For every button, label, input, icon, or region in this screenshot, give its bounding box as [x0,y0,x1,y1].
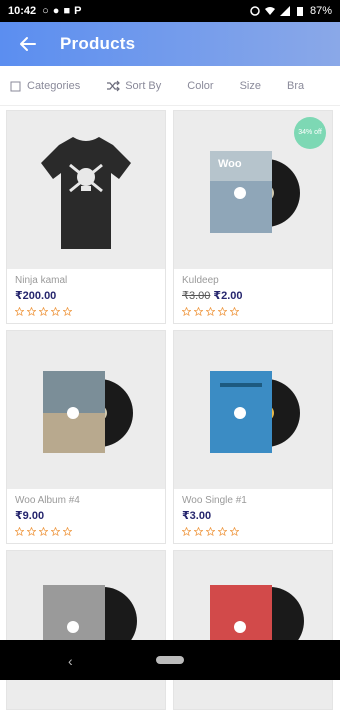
filter-label: Categories [27,79,81,92]
rating-stars [15,525,157,537]
whatsapp-icon: ○ [42,5,49,17]
product-price-current: ₹9.00 [15,510,45,522]
product-image[interactable] [7,111,165,269]
app-bar: Products [0,22,340,66]
product-image[interactable]: Woo 34% off [174,111,332,269]
product-card[interactable]: Ninja kamal ₹200.00 [6,110,166,324]
product-image[interactable] [174,551,332,709]
star-icon [63,306,72,316]
battery-icon [296,7,303,16]
checkbox-icon [10,81,21,91]
product-name: Woo Single #1 [182,495,247,506]
filter-label: Bra [286,79,305,92]
star-icon [27,526,36,536]
star-icon [218,306,227,316]
filter-sort-by[interactable]: Sort By [106,80,161,92]
rating-stars [182,305,324,317]
star-icon [15,306,24,316]
vinyl-image [210,585,304,667]
page-title: Products [60,34,136,53]
product-card[interactable] [6,550,166,710]
star-icon [182,526,191,536]
star-icon [182,306,191,316]
star-icon [51,526,60,536]
product-name: Woo Album #4 [15,495,80,506]
nav-back-icon[interactable]: ‹ [68,653,73,669]
tshirt-image [41,137,131,249]
product-card[interactable]: Woo Album #4 ₹9.00 [6,330,166,544]
vinyl-image [43,585,137,667]
star-icon [27,306,36,316]
product-price: ₹9.00 [15,509,157,525]
status-time: 10:42 [8,5,37,17]
back-button[interactable] [16,32,40,56]
product-image[interactable] [174,331,332,489]
svg-text:Woo: Woo [218,158,242,170]
product-price: ₹3.00 ₹2.00 [182,289,324,305]
product-name: Kuldeep [182,275,219,286]
vinyl-image [43,371,133,453]
product-card[interactable]: Woo 34% off Kuldeep ₹3.00 ₹2.00 [173,110,333,324]
product-price-current: ₹200.00 [15,290,57,302]
product-price-old: ₹3.00 [182,290,211,302]
star-icon [230,306,239,316]
star-icon [194,526,203,536]
discount-badge: 34% off [294,117,326,149]
product-card[interactable]: Woo Single #1 ₹3.00 [173,330,333,544]
rating-stars [182,525,324,537]
data-saver-icon [250,6,260,16]
star-icon [230,526,239,536]
arrow-left-icon [20,37,36,51]
star-icon [51,306,60,316]
product-price: ₹3.00 [182,509,324,525]
p-app-icon: P [74,5,82,17]
notification-icons: ○ ● ■ P [42,5,81,17]
star-icon [206,306,215,316]
star-icon [218,526,227,536]
product-price-current: ₹3.00 [182,510,212,522]
vinyl-image [210,371,300,453]
product-card[interactable] [173,550,333,710]
signal-icon [279,6,290,16]
star-icon [63,526,72,536]
filter-size[interactable]: Size [240,80,261,92]
product-price-current: ₹2.00 [213,290,243,302]
rating-stars [15,305,157,317]
product-image[interactable] [7,551,165,709]
system-nav-bar: ‹ [0,640,340,680]
filter-label: Color [187,79,214,92]
gallery-icon: ■ [63,5,71,17]
filter-label: Sort By [125,79,162,92]
product-image[interactable] [7,331,165,489]
filter-color[interactable]: Color [187,80,213,92]
shuffle-icon [107,80,121,91]
nav-home-pill[interactable] [156,656,184,664]
filter-categories[interactable]: Categories [10,80,80,92]
filter-bar: Categories Sort By Color Size Bra [0,66,340,106]
filter-brand[interactable]: Bra [287,80,304,92]
product-name: Ninja kamal [15,275,68,286]
product-price: ₹200.00 [15,289,157,305]
battery-percent: 87% [309,5,332,17]
star-icon [39,526,48,536]
star-icon [15,526,24,536]
status-right: 87% [250,5,332,17]
filter-label: Size [239,79,261,92]
star-icon [206,526,215,536]
star-icon [39,306,48,316]
messenger-icon: ● [52,5,60,17]
status-bar: 10:42 ○ ● ■ P 87% [0,0,340,22]
star-icon [194,306,203,316]
wifi-icon [264,7,275,15]
